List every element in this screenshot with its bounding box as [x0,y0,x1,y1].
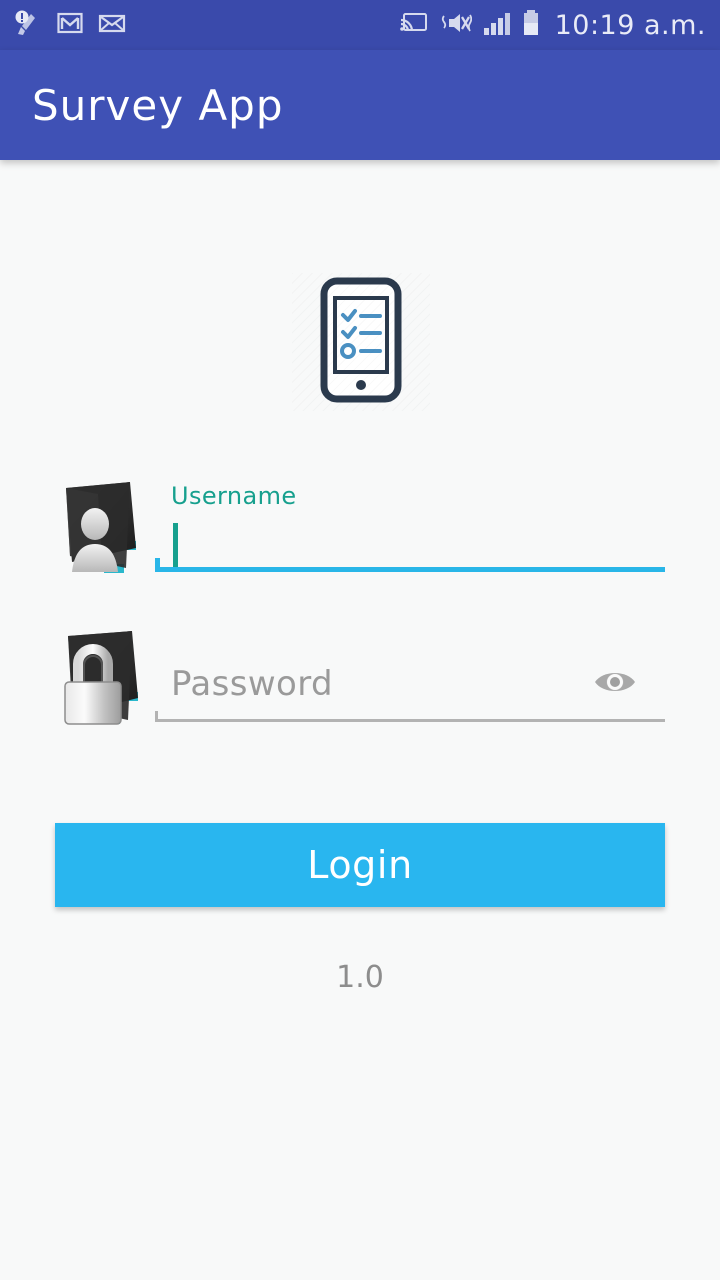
login-button[interactable]: Login [55,823,665,907]
eye-icon[interactable] [591,664,639,700]
app-logo [292,273,430,411]
text-cursor [173,523,178,569]
username-field-row: Username [0,470,720,590]
user-folder-icon [52,478,148,582]
password-placeholder: Password [171,664,334,704]
login-screen: 10:19 a.m. Survey App Username Password … [0,0,720,1280]
cleaner-alert-icon [14,9,42,41]
username-input[interactable]: Username [155,470,665,580]
password-field-row: Password [0,620,720,740]
login-content: Username Password Login 1.0 [0,160,720,1280]
login-button-label: Login [307,843,413,887]
app-title: Survey App [32,80,284,130]
password-underline [155,711,665,722]
status-bar: 10:19 a.m. [0,0,720,50]
battery-icon [522,9,540,41]
gmail-icon [56,9,84,41]
signal-bars-icon [483,10,511,40]
logo-background-texture [292,273,430,411]
status-bar-clock: 10:19 a.m. [554,9,706,41]
vibrate-mute-icon [440,10,472,40]
app-version: 1.0 [336,960,384,995]
lock-folder-icon [52,628,148,732]
app-bar: Survey App [0,50,720,160]
status-bar-right-icons: 10:19 a.m. [399,9,706,41]
password-input[interactable]: Password [155,620,665,730]
cast-icon [399,10,429,40]
username-label: Username [171,482,297,510]
status-bar-left-icons [14,9,126,41]
mail-envelope-icon [98,9,126,41]
username-underline [155,558,665,572]
